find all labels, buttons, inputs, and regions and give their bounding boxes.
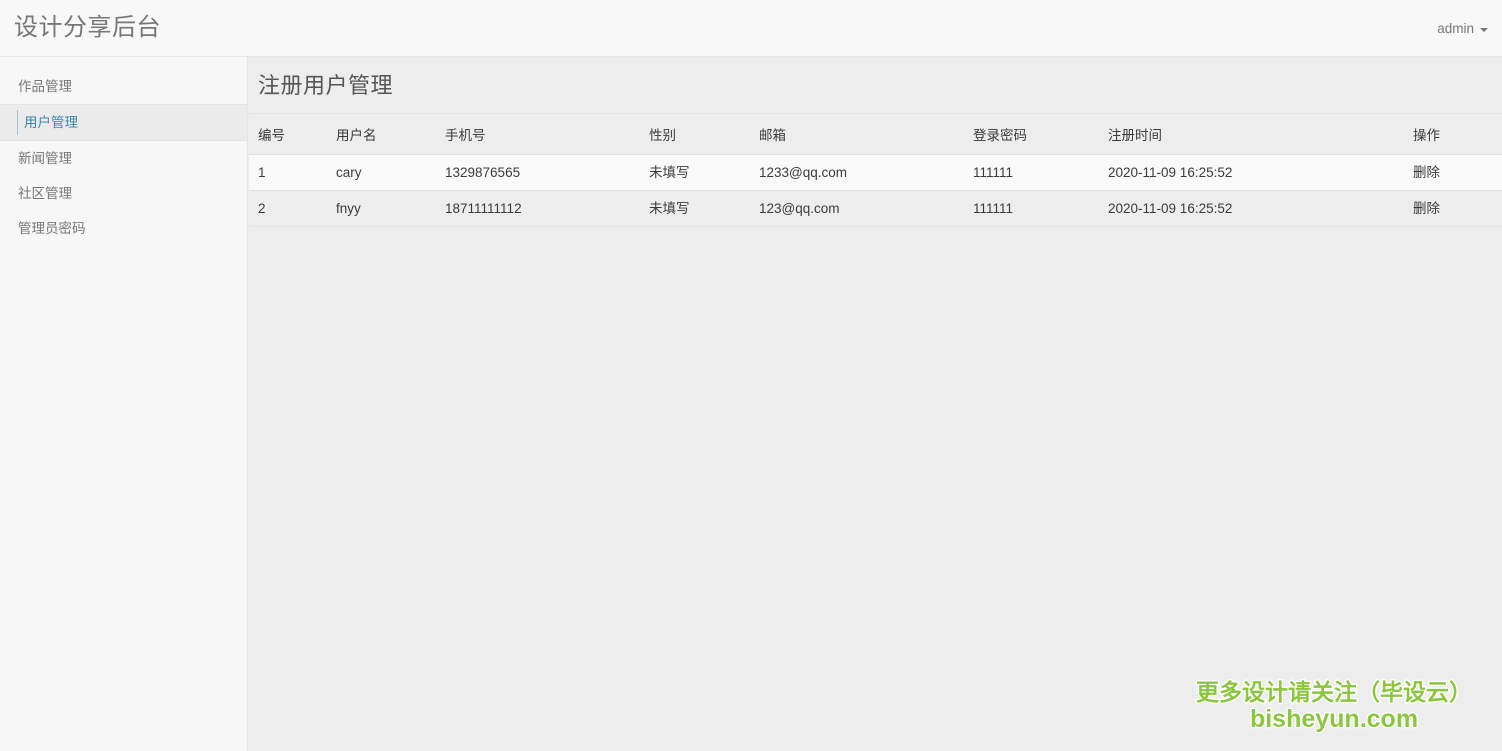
sidebar-item-users[interactable]: 用户管理 xyxy=(0,104,247,141)
cell-action: 删除 xyxy=(1404,191,1502,227)
cell-username: cary xyxy=(336,165,362,180)
column-header-gender: 性别 xyxy=(640,114,750,155)
column-header-username: 用户名 xyxy=(327,114,436,155)
cell-username: fnyy xyxy=(336,201,361,216)
sidebar: 作品管理 用户管理 新闻管理 社区管理 管理员密码 xyxy=(0,57,248,751)
cell-register-time: 2020-11-09 16:25:52 xyxy=(1108,165,1233,180)
cell-register-time: 2020-11-09 16:25:52 xyxy=(1108,201,1233,216)
column-header-phone: 手机号 xyxy=(436,114,640,155)
sidebar-item-label: 新闻管理 xyxy=(18,151,72,166)
sidebar-item-community[interactable]: 社区管理 xyxy=(0,176,247,211)
page-title: 注册用户管理 xyxy=(249,57,1502,114)
brand-title[interactable]: 设计分享后台 xyxy=(14,13,161,43)
cell-email: 123@qq.com xyxy=(759,201,840,216)
delete-button[interactable]: 删除 xyxy=(1413,165,1440,180)
chevron-down-icon xyxy=(1480,28,1488,32)
sidebar-item-label: 作品管理 xyxy=(18,79,72,94)
cell-password: 111111 xyxy=(973,165,1014,180)
cell-password: 111111 xyxy=(973,201,1014,216)
cell-id: 1 xyxy=(258,165,266,180)
column-header-password: 登录密码 xyxy=(964,114,1099,155)
table-header-row: 编号 用户名 手机号 性别 邮箱 登录密码 注册时间 操作 xyxy=(249,114,1502,155)
column-header-id: 编号 xyxy=(249,114,327,155)
top-navbar: 设计分享后台 admin xyxy=(0,0,1502,57)
sidebar-item-label: 社区管理 xyxy=(18,186,72,201)
column-header-email: 邮箱 xyxy=(750,114,964,155)
users-table-head: 编号 用户名 手机号 性别 邮箱 登录密码 注册时间 操作 xyxy=(249,114,1502,155)
cell-gender: 未填写 xyxy=(649,165,690,180)
cell-phone: 18711111112 xyxy=(445,201,522,216)
table-row: 2 fnyy 18711111112 未填写 123@qq.com 111111… xyxy=(249,191,1502,227)
sidebar-item-news[interactable]: 新闻管理 xyxy=(0,141,247,176)
delete-button[interactable]: 删除 xyxy=(1413,201,1440,216)
sidebar-item-works[interactable]: 作品管理 xyxy=(0,69,247,104)
column-header-action: 操作 xyxy=(1404,114,1502,155)
users-table: 编号 用户名 手机号 性别 邮箱 登录密码 注册时间 操作 1 cary 132… xyxy=(249,114,1502,227)
cell-action: 删除 xyxy=(1404,155,1502,191)
cell-phone: 1329876565 xyxy=(445,165,521,180)
cell-email: 1233@qq.com xyxy=(759,165,848,180)
sidebar-item-admin-password[interactable]: 管理员密码 xyxy=(0,211,247,246)
column-header-register-time: 注册时间 xyxy=(1099,114,1404,155)
admin-user-menu[interactable]: admin xyxy=(1437,20,1488,38)
main-content: 注册用户管理 编号 用户名 手机号 性别 邮箱 登录密码 注册时间 操作 1 c… xyxy=(249,57,1502,751)
cell-id: 2 xyxy=(258,201,266,216)
cell-gender: 未填写 xyxy=(649,201,690,216)
admin-user-label: admin xyxy=(1437,21,1474,36)
sidebar-item-label: 管理员密码 xyxy=(18,221,86,236)
users-table-body: 1 cary 1329876565 未填写 1233@qq.com 111111… xyxy=(249,154,1502,227)
sidebar-item-label: 用户管理 xyxy=(24,115,78,130)
admin-page: 设计分享后台 admin 作品管理 用户管理 新闻管理 社区管理 管理员密码 注… xyxy=(0,0,1502,751)
table-row: 1 cary 1329876565 未填写 1233@qq.com 111111… xyxy=(249,154,1502,191)
